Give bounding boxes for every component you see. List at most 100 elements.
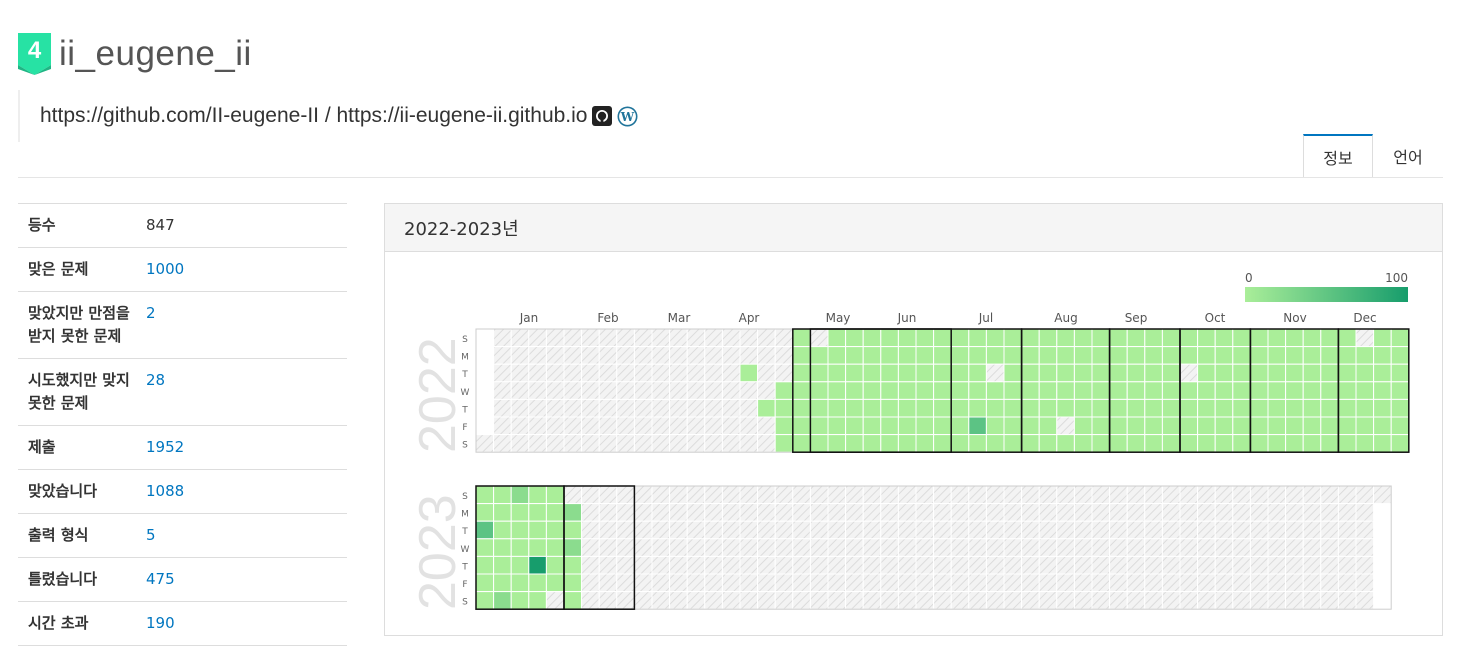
heatmap-cell[interactable] [1355,328,1375,348]
heatmap-cell[interactable] [933,591,952,610]
heatmap-cell[interactable] [792,485,811,505]
heatmap-cell[interactable] [1126,591,1146,610]
heatmap-cell[interactable] [774,363,794,383]
heatmap-cell[interactable] [1179,573,1199,593]
heatmap-cell[interactable] [915,503,935,522]
heatmap-cell[interactable] [563,363,583,383]
heatmap-cell[interactable] [704,591,723,610]
heatmap-cell[interactable] [581,328,600,348]
heatmap-cell[interactable] [1038,573,1058,593]
heatmap-cell[interactable] [1214,434,1234,453]
heatmap-cell[interactable] [669,485,688,505]
heatmap-cell[interactable] [792,416,811,436]
heatmap-cell[interactable] [950,346,970,365]
heatmap-cell[interactable] [1056,520,1075,540]
heatmap-cell[interactable] [1267,555,1287,575]
heatmap-cell[interactable] [686,555,706,575]
heatmap-cell[interactable] [633,416,653,436]
heatmap-cell[interactable] [1021,485,1040,505]
heatmap-cell[interactable] [809,503,829,522]
heatmap-cell[interactable] [809,346,829,365]
heatmap-cell[interactable] [563,520,583,540]
heatmap-cell[interactable] [1232,591,1251,610]
heatmap-cell[interactable] [1390,328,1410,348]
heatmap-cell[interactable] [563,346,583,365]
heatmap-cell[interactable] [1302,363,1322,383]
heatmap-cell[interactable] [651,434,671,453]
heatmap-cell[interactable] [1197,381,1216,400]
heatmap-cell[interactable] [1021,346,1040,365]
heatmap-cell[interactable] [1144,346,1163,365]
heatmap-cell[interactable] [651,328,671,348]
heatmap-cell[interactable] [581,555,600,575]
heatmap-cell[interactable] [1267,538,1287,557]
heatmap-cell[interactable] [1126,485,1146,505]
heatmap-cell[interactable] [1390,346,1410,365]
heatmap-cell[interactable] [809,381,829,400]
heatmap-cell[interactable] [1056,381,1075,400]
heatmap-cell[interactable] [510,573,530,593]
heatmap-cell[interactable] [1161,328,1181,348]
heatmap-cell[interactable] [862,591,882,610]
heatmap-cell[interactable] [1161,503,1181,522]
stat-value[interactable]: 1000 [146,258,184,281]
heatmap-cell[interactable] [1267,503,1287,522]
heatmap-cell[interactable] [721,381,741,400]
heatmap-cell[interactable] [721,573,741,593]
heatmap-cell[interactable] [1249,398,1269,418]
heatmap-cell[interactable] [1126,346,1146,365]
heatmap-cell[interactable] [475,485,495,505]
heatmap-cell[interactable] [933,328,952,348]
heatmap-cell[interactable] [1197,434,1216,453]
heatmap-cell[interactable] [1373,381,1392,400]
heatmap-cell[interactable] [545,416,565,436]
heatmap-cell[interactable] [1056,555,1075,575]
heatmap-cell[interactable] [845,363,864,383]
heatmap-cell[interactable] [774,503,794,522]
heatmap-cell[interactable] [897,434,917,453]
heatmap-cell[interactable] [1126,416,1146,436]
heatmap-cell[interactable] [1021,555,1040,575]
heatmap-cell[interactable] [493,398,512,418]
heatmap-cell[interactable] [475,573,495,593]
heatmap-cell[interactable] [616,573,635,593]
heatmap-cell[interactable] [880,573,899,593]
heatmap-cell[interactable] [1003,555,1023,575]
heatmap-cell[interactable] [1197,538,1216,557]
heatmap-cell[interactable] [1109,346,1128,365]
heatmap-cell[interactable] [1091,434,1111,453]
heatmap-cell[interactable] [1337,398,1357,418]
heatmap-cell[interactable] [880,328,899,348]
heatmap-cell[interactable] [774,538,794,557]
heatmap-cell[interactable] [792,503,811,522]
heatmap-cell[interactable] [1109,591,1128,610]
heatmap-cell[interactable] [845,520,864,540]
heatmap-cell[interactable] [1337,573,1357,593]
stat-value[interactable]: 28 [146,369,165,415]
heatmap-cell[interactable] [1056,591,1075,610]
heatmap-cell[interactable] [1109,485,1128,505]
heatmap-cell[interactable] [985,485,1005,505]
heatmap-cell[interactable] [721,434,741,453]
heatmap-cell[interactable] [809,434,829,453]
heatmap-cell[interactable] [1126,573,1146,593]
heatmap-cell[interactable] [616,328,635,348]
heatmap-cell[interactable] [475,555,495,575]
heatmap-cell[interactable] [545,573,565,593]
heatmap-cell[interactable] [545,555,565,575]
heatmap-cell[interactable] [1126,520,1146,540]
heatmap-cell[interactable] [1249,555,1269,575]
heatmap-cell[interactable] [827,363,847,383]
heatmap-cell[interactable] [933,503,952,522]
heatmap-cell[interactable] [845,398,864,418]
heatmap-cell[interactable] [1003,485,1023,505]
heatmap-cell[interactable] [792,328,811,348]
heatmap-cell[interactable] [1161,381,1181,400]
heatmap-cell[interactable] [1249,346,1269,365]
heatmap-cell[interactable] [1056,398,1075,418]
heatmap-cell[interactable] [1355,485,1375,505]
heatmap-cell[interactable] [757,416,776,436]
heatmap-cell[interactable] [774,520,794,540]
heatmap-cell[interactable] [651,520,671,540]
heatmap-cell[interactable] [545,328,565,348]
